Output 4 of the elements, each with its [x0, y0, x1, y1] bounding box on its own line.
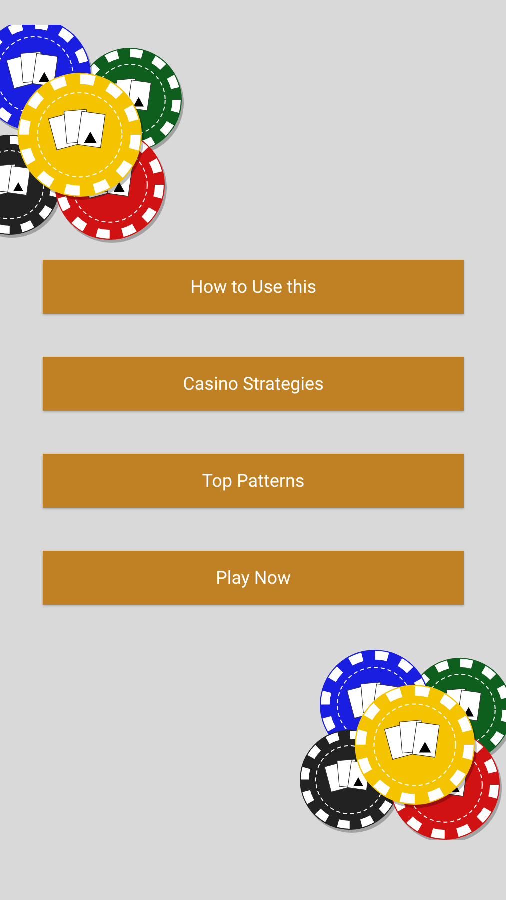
menu-button[interactable]: Play Now	[43, 551, 464, 605]
menu-button[interactable]: How to Use this	[43, 260, 464, 314]
menu-button[interactable]: Top Patterns	[43, 454, 464, 508]
menu-button[interactable]: Casino Strategies	[43, 357, 464, 411]
